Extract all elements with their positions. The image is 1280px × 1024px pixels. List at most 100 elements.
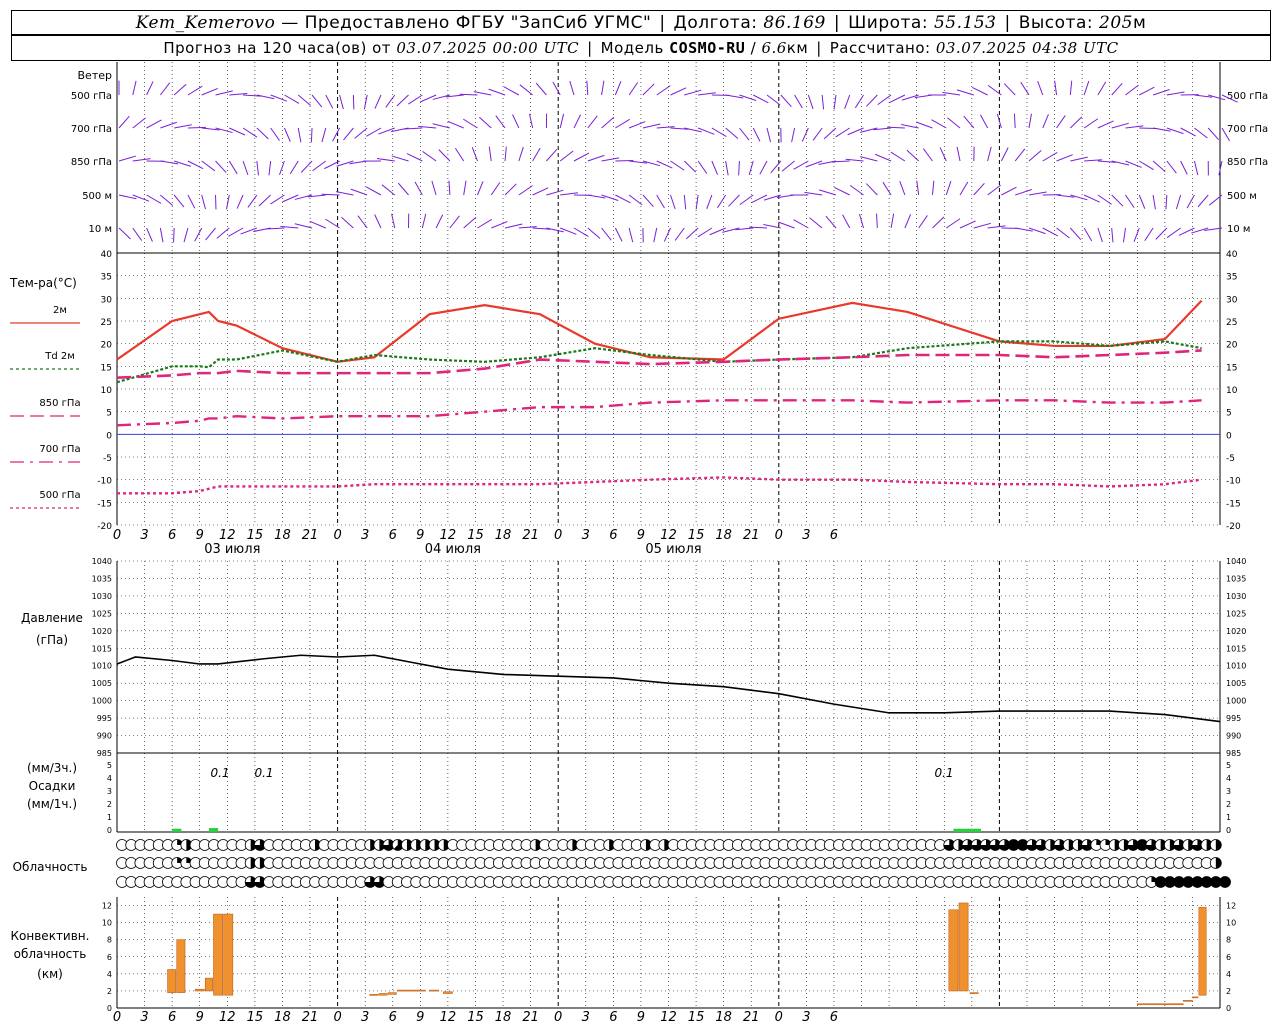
conv-ytick-label: 0 — [1226, 1004, 1231, 1013]
press-ytick-label: 1030 — [92, 592, 112, 601]
precip-bar — [953, 828, 982, 832]
wind-barb — [270, 127, 280, 141]
wind-barb — [601, 227, 612, 241]
wind-barb — [354, 127, 368, 139]
temp-series-3 — [116, 399, 1202, 427]
wind-barb — [725, 127, 739, 139]
precip-ytick-label: 2 — [107, 800, 112, 809]
convective-cloud-bar — [176, 939, 186, 993]
wind-barb — [601, 80, 605, 96]
wind-barb — [504, 146, 507, 162]
hour-tick-label: 3 — [582, 1010, 590, 1024]
wind-barb — [973, 183, 985, 196]
wind-barb — [573, 114, 582, 129]
wind-barb — [793, 219, 809, 229]
wind-title: Ветер — [78, 69, 112, 82]
wind-barb — [332, 127, 341, 142]
convective-cloud-bar — [204, 977, 213, 992]
wind-barb — [406, 153, 423, 162]
wind-barb — [987, 146, 992, 162]
wind-barb — [670, 87, 687, 96]
temp-ytick-label: -15 — [97, 499, 112, 509]
wind-barb — [1111, 194, 1124, 207]
wind-barb — [215, 160, 227, 173]
wind-barb — [876, 213, 878, 229]
wind-barb — [882, 181, 892, 196]
wind-barb — [535, 82, 547, 96]
wind-barb — [1070, 156, 1088, 162]
precip-unit-3h: (мм/3ч.) — [27, 761, 77, 775]
wind-barb — [1015, 189, 1032, 196]
hour-tick-label: 15 — [247, 1010, 264, 1024]
hour-tick-label: 21 — [522, 1010, 539, 1024]
wind-barb — [1097, 227, 1103, 243]
temp-ytick-label: 0 — [106, 431, 112, 441]
wind-barb — [146, 81, 154, 96]
wind-barb — [414, 181, 423, 196]
temp-ytick-label: -5 — [103, 454, 112, 464]
press-ytick-label: 1035 — [1226, 574, 1246, 583]
wind-barb — [793, 160, 809, 170]
wind-barb — [794, 94, 803, 109]
wind-barb — [1166, 227, 1181, 238]
conv-title: облачность — [14, 947, 87, 961]
wind-barb — [495, 115, 506, 129]
hour-tick-label: 0 — [113, 528, 121, 543]
wind-barb — [532, 187, 549, 196]
wind-barb — [1069, 227, 1082, 241]
wind-barb — [865, 94, 878, 107]
hour-tick-label: 12 — [440, 528, 457, 543]
wind-barb — [904, 214, 912, 229]
conv-ytick-label: 12 — [102, 902, 112, 911]
wind-barb — [225, 194, 230, 210]
temp-ytick-label: -20 — [1226, 522, 1241, 532]
precip-ytick-label: 0 — [1226, 826, 1231, 835]
wind-level-label: 850 гПа — [1227, 157, 1268, 168]
wind-barb — [477, 181, 484, 196]
wind-barb — [490, 182, 501, 196]
temp-legend-label: 2м — [53, 305, 67, 316]
wind-barb — [778, 221, 795, 229]
meteogram: 0 3 6 9 12 15 18 21 0 3 6 9 12 15 18 21 0 3 6 9 12 15 18 21 0 3 60… — [9, 62, 1268, 1024]
hour-tick-label: 18 — [495, 528, 512, 543]
wind-barb — [670, 194, 676, 210]
conv-ytick-label: 4 — [1226, 970, 1231, 979]
hour-tick-label: 18 — [495, 1010, 512, 1024]
wind-barb — [931, 119, 947, 129]
wind-level-label: 500 м — [82, 191, 112, 202]
wind-barb — [343, 127, 354, 141]
wind-barb — [488, 146, 492, 162]
wind-barb — [447, 120, 464, 129]
hour-tick-label: 9 — [196, 1010, 204, 1024]
wind-barb — [283, 127, 291, 142]
wind-barb — [987, 184, 1001, 196]
wind-barb — [1139, 86, 1155, 96]
wind-barb — [865, 183, 878, 196]
wind-barb — [890, 151, 906, 162]
wind-barb — [228, 160, 238, 175]
hour-tick-label: 0 — [554, 528, 562, 543]
wind-barb — [823, 127, 837, 140]
hour-tick-label: 0 — [775, 1010, 783, 1024]
hour-tick-label: 9 — [416, 1010, 424, 1024]
wind-barb — [973, 222, 991, 229]
hour-tick-label: 12 — [440, 1010, 457, 1024]
wind-barb — [706, 194, 713, 209]
wind-barb — [751, 194, 768, 203]
conv-ytick-label: 6 — [107, 953, 112, 962]
wind-barb — [1180, 160, 1188, 175]
wind-barb — [945, 180, 952, 196]
wind-barb — [825, 215, 837, 229]
wind-barb — [956, 89, 974, 96]
convective-cloud-bar — [443, 991, 453, 994]
wind-barb — [448, 180, 451, 196]
wind-barb — [488, 88, 506, 96]
wind-barb — [809, 217, 823, 229]
wind-barb — [173, 83, 187, 96]
wind-barb — [1186, 194, 1195, 209]
wind-barb — [860, 156, 878, 162]
press-ytick-label: 1040 — [92, 557, 112, 566]
wind-barb — [532, 147, 541, 162]
temp-ytick-label: 10 — [1226, 386, 1238, 396]
wind-barb — [1194, 127, 1208, 139]
